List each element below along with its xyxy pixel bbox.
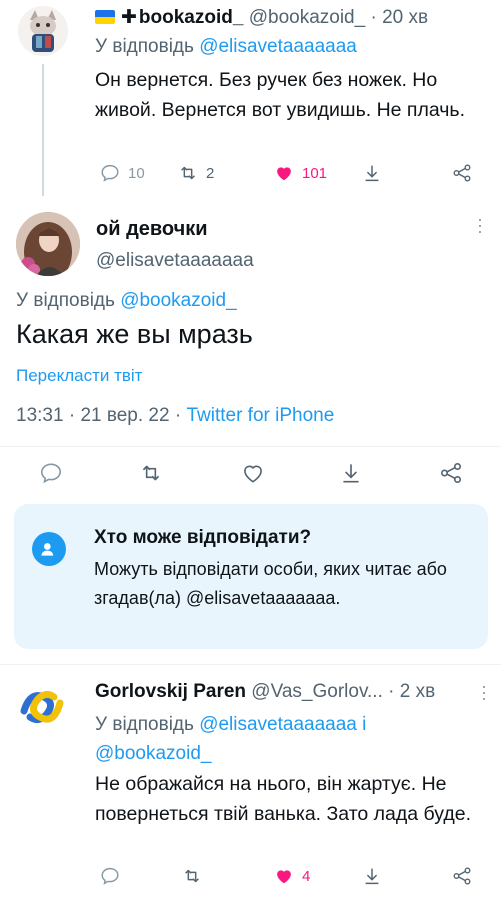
mention-link[interactable]: @elisavetaaaaaaa (199, 714, 357, 735)
share-nodes-icon (453, 867, 471, 885)
more-options-icon[interactable]: · · · (474, 677, 494, 707)
tweet-text: Он вернется. Без ручек без ножек. Но жив… (95, 69, 466, 121)
reply-icon (101, 164, 119, 182)
retweet-icon (142, 465, 160, 481)
reply-prefix: У відповідь (95, 714, 194, 735)
download-arrow-icon (365, 165, 379, 182)
profile-photo (16, 212, 80, 276)
handle[interactable]: @bookazoid_ (249, 7, 365, 28)
handle[interactable]: @elisavetaaaaaaa (96, 250, 254, 272)
tweet-actions: 10 2 101 (95, 158, 485, 188)
display-name[interactable]: Gorlovskij Paren (95, 681, 246, 702)
like-button[interactable]: 101 (273, 158, 327, 188)
parent-tweet[interactable]: ✚ bookazoid_ @bookazoid_ · 20 хв У відпов… (0, 0, 501, 198)
heart-outline-icon (244, 465, 262, 483)
display-name[interactable]: ой девочки (96, 218, 208, 241)
card-description: Можуть відповідати особи, яких читає або… (94, 559, 447, 608)
tweet-actions: 4 (95, 861, 485, 891)
divider (0, 446, 501, 447)
reply-context: У відповідь @elisavetaaaaaaa і @bookazoi… (95, 710, 475, 768)
share-nodes-icon (440, 462, 462, 484)
thread-line (42, 64, 44, 196)
like-count: 101 (302, 164, 328, 182)
timestamp[interactable]: 20 хв (382, 7, 428, 28)
tweet-text: Не ображайся на нього, він жартує. Не по… (95, 773, 472, 825)
dot-separator: · (68, 405, 76, 426)
tweet-text: Какая же вы мразь (16, 319, 253, 349)
like-button[interactable]: 4 (273, 861, 310, 891)
share-button[interactable] (438, 458, 464, 488)
retweet-icon (181, 166, 195, 180)
translate-link[interactable]: Перекласти твіт (16, 366, 142, 386)
avatar[interactable] (16, 212, 80, 276)
reply-icon (101, 867, 119, 885)
who-can-reply-card: Хто може відповідати? Можуть відповідати… (14, 504, 488, 649)
reply-button[interactable] (99, 861, 121, 891)
heart-filled-icon (277, 870, 291, 884)
download-arrow-icon (343, 464, 359, 483)
card-title: Хто може відповідати? (94, 527, 312, 548)
share-button[interactable] (451, 861, 473, 891)
like-count: 4 (302, 867, 311, 885)
handle[interactable]: @Vas_Gorlov... (251, 681, 383, 702)
share-download-button[interactable] (338, 458, 364, 488)
display-name[interactable]: bookazoid_ (139, 7, 244, 28)
reply-context: У відповідь @bookazoid_ (16, 290, 237, 312)
retweet-button[interactable] (138, 458, 164, 488)
reply-joiner: і (362, 714, 367, 735)
tweet-date[interactable]: 21 вер. 22 (80, 405, 169, 426)
more-options-icon[interactable]: · · · (470, 210, 490, 240)
share-download-button[interactable] (361, 158, 383, 188)
mention-link[interactable]: @bookazoid_ (95, 743, 211, 764)
ukraine-flag-icon (95, 10, 115, 24)
download-arrow-icon (365, 868, 379, 885)
reply-count: 10 (128, 164, 145, 182)
at-mention-icon (32, 532, 66, 566)
tweet-actions (0, 458, 501, 492)
timestamp[interactable]: 2 хв (400, 681, 435, 702)
tweet-header: Gorlovskij Paren @Vas_Gorlov... · 2 хв (95, 681, 435, 703)
share-button[interactable] (451, 158, 473, 188)
reply-prefix: У відповідь (16, 290, 115, 311)
dot-separator: · (388, 681, 395, 702)
cat-avatar-image (18, 6, 68, 56)
tweet-source[interactable]: Twitter for iPhone (186, 405, 334, 426)
knot-avatar-image (16, 681, 68, 733)
retweet-button[interactable] (181, 861, 203, 891)
tweet-header: ✚ bookazoid_ @bookazoid_ · 20 хв (95, 6, 428, 29)
tweet-meta: 13:31 · 21 вер. 22 · Twitter for iPhone (16, 405, 334, 427)
retweet-count: 2 (206, 164, 215, 182)
reply-button[interactable] (38, 458, 64, 488)
tweet-time[interactable]: 13:31 (16, 405, 64, 426)
retweet-button[interactable]: 2 (177, 158, 214, 188)
dot-separator: · (174, 405, 182, 426)
reply-prefix: У відповідь (95, 36, 194, 57)
mention-link[interactable]: @bookazoid_ (120, 290, 236, 311)
reply-icon (40, 463, 62, 484)
share-download-button[interactable] (361, 861, 383, 891)
mention-link[interactable]: @elisavetaaaaaaa (199, 36, 357, 57)
cross-icon: ✚ (121, 7, 137, 28)
dot-separator: · (370, 7, 377, 28)
reply-tweet[interactable]: Gorlovskij Paren @Vas_Gorlov... · 2 хв ·… (0, 665, 501, 900)
like-button[interactable] (240, 458, 266, 488)
avatar[interactable] (16, 681, 68, 733)
heart-filled-icon (277, 167, 291, 181)
reply-context: У відповідь @elisavetaaaaaaa (95, 36, 357, 58)
retweet-icon (185, 869, 199, 883)
avatar[interactable] (18, 6, 68, 56)
share-nodes-icon (453, 164, 471, 182)
reply-button[interactable]: 10 (99, 158, 145, 188)
